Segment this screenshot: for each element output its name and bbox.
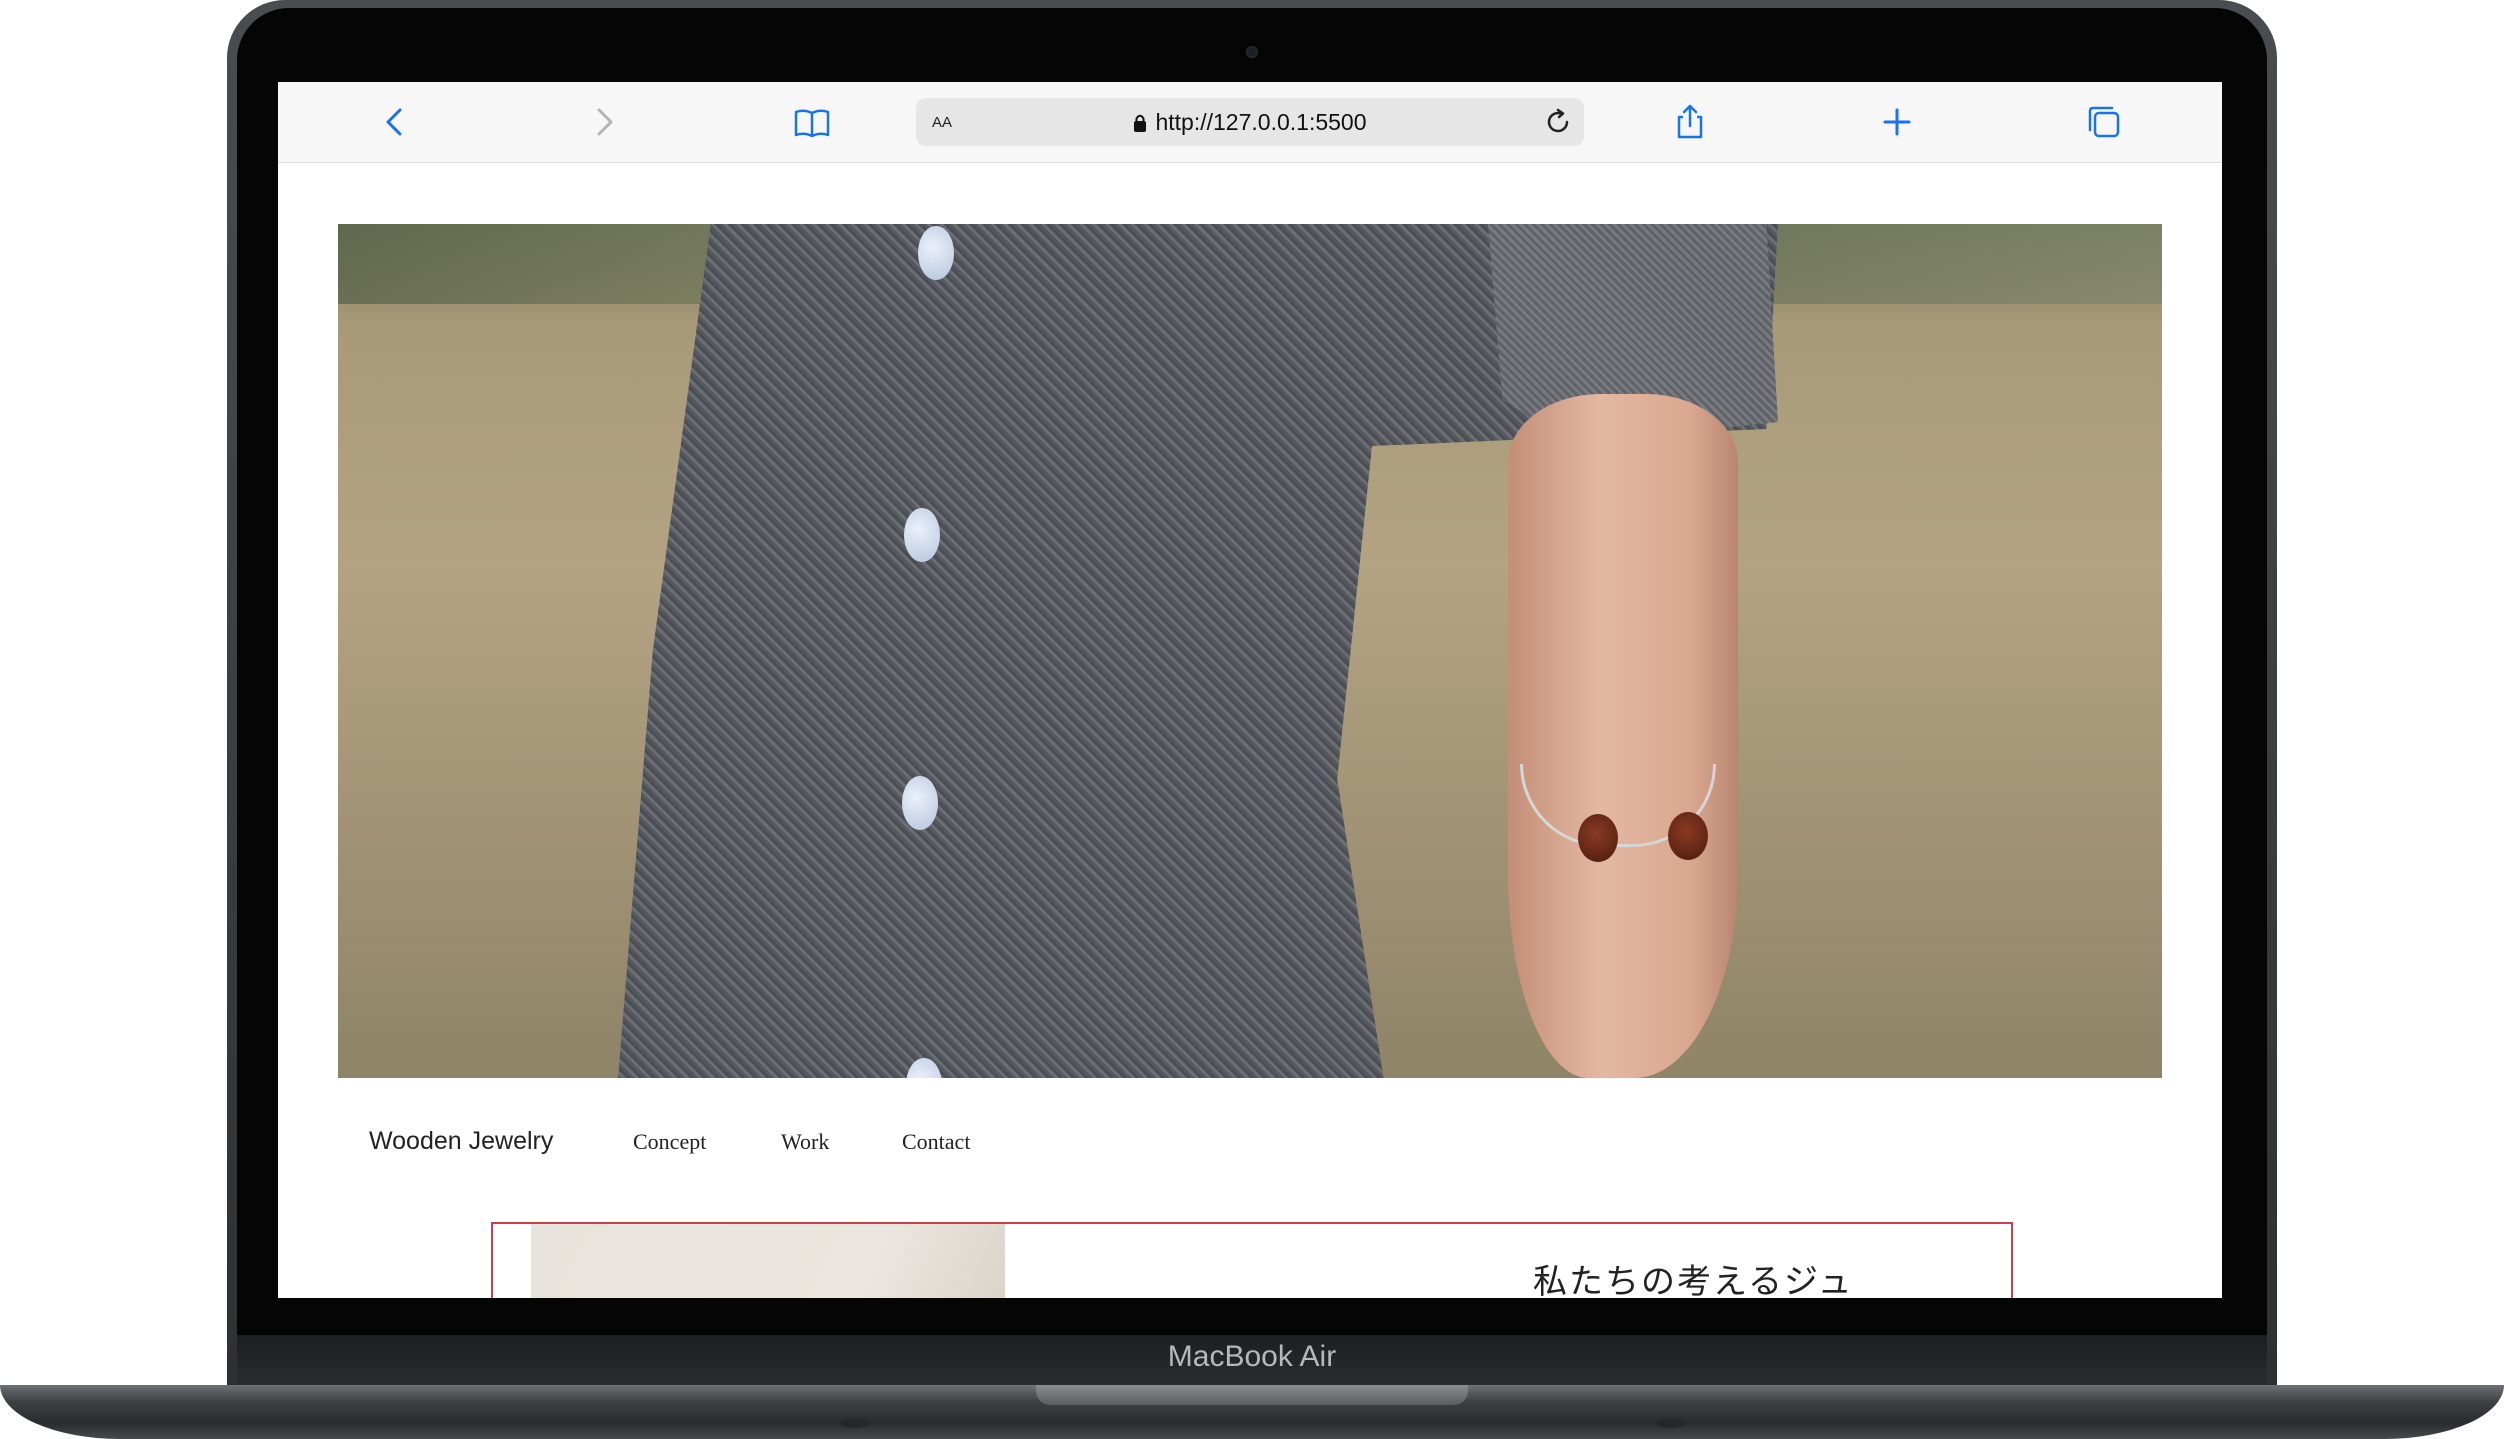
forward-button[interactable] xyxy=(583,102,623,142)
nav-concept[interactable]: Concept xyxy=(633,1129,706,1155)
chevron-left-icon xyxy=(386,108,402,136)
laptop-hinge-notch xyxy=(1036,1385,1468,1405)
share-icon xyxy=(1677,104,1703,139)
concept-section: 私たちの考えるジュ xyxy=(491,1222,2013,1298)
url-text: http://127.0.0.1:5500 xyxy=(916,109,1584,136)
device-label: MacBook Air xyxy=(1167,1340,1337,1373)
concept-title: 私たちの考えるジュ xyxy=(1533,1262,1854,1298)
book-icon xyxy=(794,109,830,138)
hero-image xyxy=(338,224,2162,1078)
concept-image xyxy=(531,1224,1005,1298)
share-button[interactable] xyxy=(1670,102,1710,142)
bookmarks-button[interactable] xyxy=(792,102,832,142)
browser-screen: AA http://127.0.0.1:5500 Wooden Jewelry … xyxy=(278,82,2222,1298)
site-brand[interactable]: Wooden Jewelry xyxy=(369,1127,553,1156)
back-button[interactable] xyxy=(376,102,416,142)
reload-icon[interactable] xyxy=(1542,106,1574,138)
nav-work[interactable]: Work xyxy=(781,1129,829,1155)
tabs-icon xyxy=(2088,106,2120,138)
tabs-overview-button[interactable] xyxy=(2084,102,2124,142)
nav-contact[interactable]: Contact xyxy=(902,1129,970,1155)
address-bar[interactable]: AA http://127.0.0.1:5500 xyxy=(916,98,1584,146)
chevron-right-icon xyxy=(597,108,613,136)
camera-icon xyxy=(1246,46,1258,58)
url-value: http://127.0.0.1:5500 xyxy=(1155,109,1367,135)
new-tab-button[interactable] xyxy=(1877,102,1917,142)
safari-toolbar: AA http://127.0.0.1:5500 xyxy=(278,82,2222,163)
plus-icon xyxy=(1883,108,1911,136)
lock-icon xyxy=(1134,114,1147,132)
